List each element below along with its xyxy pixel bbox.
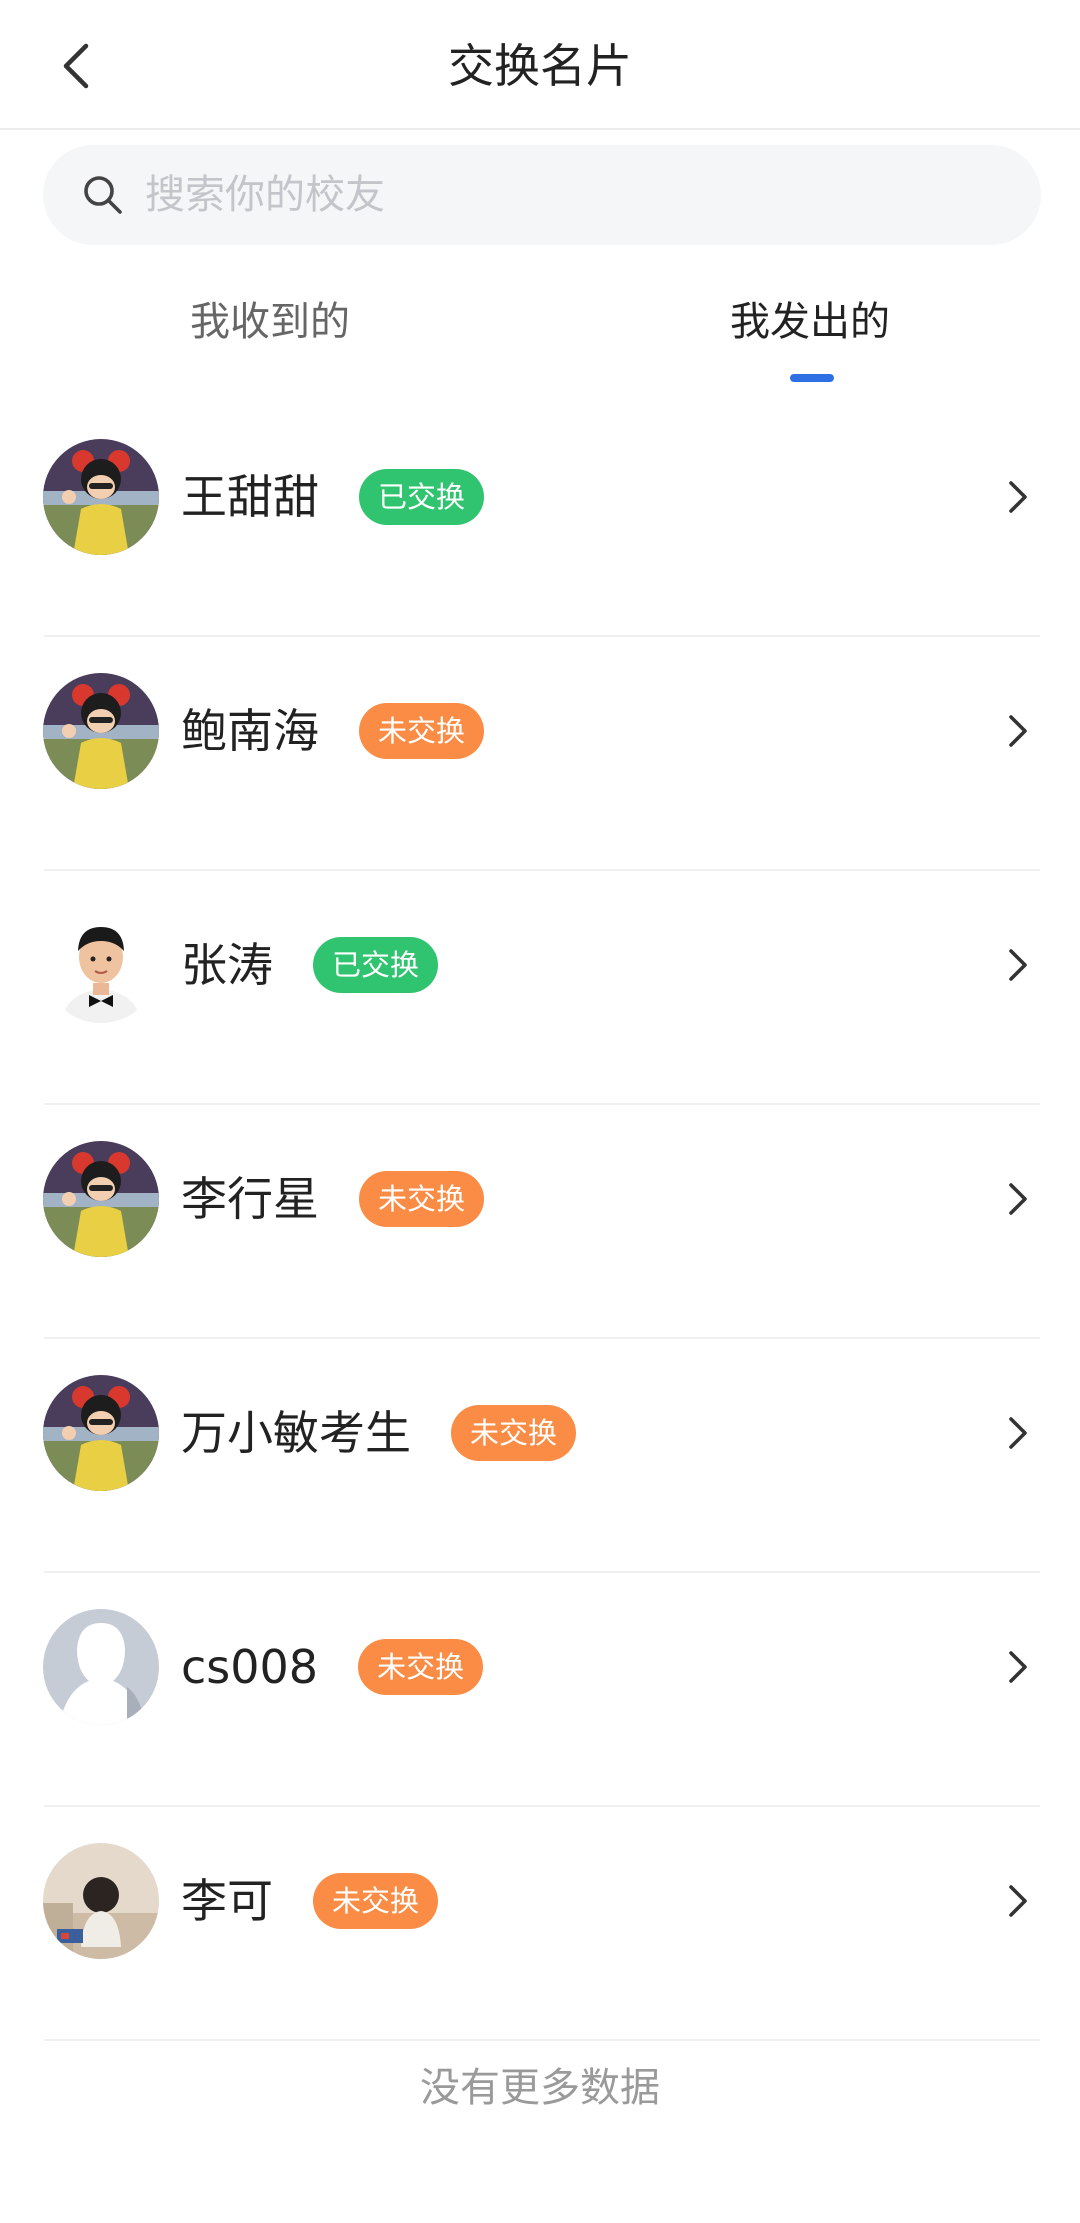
list-item[interactable]: cs008 未交换 — [0, 1573, 1080, 1807]
status-badge: 未交换 — [359, 703, 485, 759]
chevron-right-icon — [1009, 481, 1027, 513]
default-person-avatar — [43, 1609, 159, 1725]
status-badge: 未交换 — [358, 1639, 484, 1695]
contact-info: 张涛 已交换 — [181, 933, 439, 997]
search-input[interactable] — [143, 164, 1007, 226]
chevron-right-icon — [1009, 1183, 1027, 1215]
contact-info: 鲍南海 未交换 — [181, 699, 485, 763]
contact-list: 王甜甜 已交换 鲍南海 未交换 张涛 已交换 李行星 未交换 万小敏考生 未交换… — [0, 403, 1080, 2041]
contact-name: 万小敏考生 — [181, 1406, 411, 1460]
list-item[interactable]: 李可 未交换 — [0, 1807, 1080, 2041]
chevron-right-icon — [1009, 1885, 1027, 1917]
cartoon-girl-avatar — [43, 673, 159, 789]
chevron-right-icon — [1009, 949, 1027, 981]
list-item[interactable]: 万小敏考生 未交换 — [0, 1339, 1080, 1573]
cartoon-girl-avatar — [43, 439, 159, 555]
contact-name: 王甜甜 — [181, 470, 319, 524]
contact-info: 王甜甜 已交换 — [181, 465, 485, 529]
chevron-right-icon — [1009, 1417, 1027, 1449]
list-item[interactable]: 张涛 已交换 — [0, 871, 1080, 1105]
chevron-right-icon — [1009, 715, 1027, 747]
page-title: 交换名片 — [448, 39, 632, 93]
contact-name: 张涛 — [181, 938, 273, 992]
list-item[interactable]: 鲍南海 未交换 — [0, 637, 1080, 871]
status-badge: 未交换 — [313, 1873, 439, 1929]
search-bar[interactable] — [43, 145, 1041, 245]
cartoon-girl-avatar — [43, 1141, 159, 1257]
boy-photo-avatar — [43, 907, 159, 1023]
status-badge: 已交换 — [313, 937, 439, 993]
divider — [44, 2039, 1040, 2041]
list-item[interactable]: 王甜甜 已交换 — [0, 403, 1080, 637]
contact-name: 李可 — [181, 1874, 273, 1928]
contact-name: 李行星 — [181, 1172, 319, 1226]
contact-info: 李行星 未交换 — [181, 1167, 485, 1231]
cartoon-girl-avatar — [43, 1375, 159, 1491]
contact-name: 鲍南海 — [181, 704, 319, 758]
tab-received[interactable]: 我收到的 — [0, 290, 540, 354]
no-more-data-text: 没有更多数据 — [420, 2065, 660, 2111]
status-badge: 未交换 — [359, 1171, 485, 1227]
list-item[interactable]: 李行星 未交换 — [0, 1105, 1080, 1339]
status-badge: 已交换 — [359, 469, 485, 525]
child-photo-avatar — [43, 1843, 159, 1959]
contact-info: 万小敏考生 未交换 — [181, 1401, 577, 1465]
contact-info: cs008 未交换 — [181, 1635, 484, 1699]
tab-sent[interactable]: 我发出的 — [540, 290, 1080, 354]
active-tab-indicator — [790, 374, 834, 382]
status-badge: 未交换 — [451, 1405, 577, 1461]
search-icon — [79, 171, 127, 219]
contact-name: cs008 — [181, 1640, 319, 1694]
contact-info: 李可 未交换 — [181, 1869, 439, 1933]
chevron-right-icon — [1009, 1651, 1027, 1683]
navigation-bar: 交换名片 — [0, 0, 1080, 130]
tab-bar: 我收到的 我发出的 — [0, 270, 1080, 390]
